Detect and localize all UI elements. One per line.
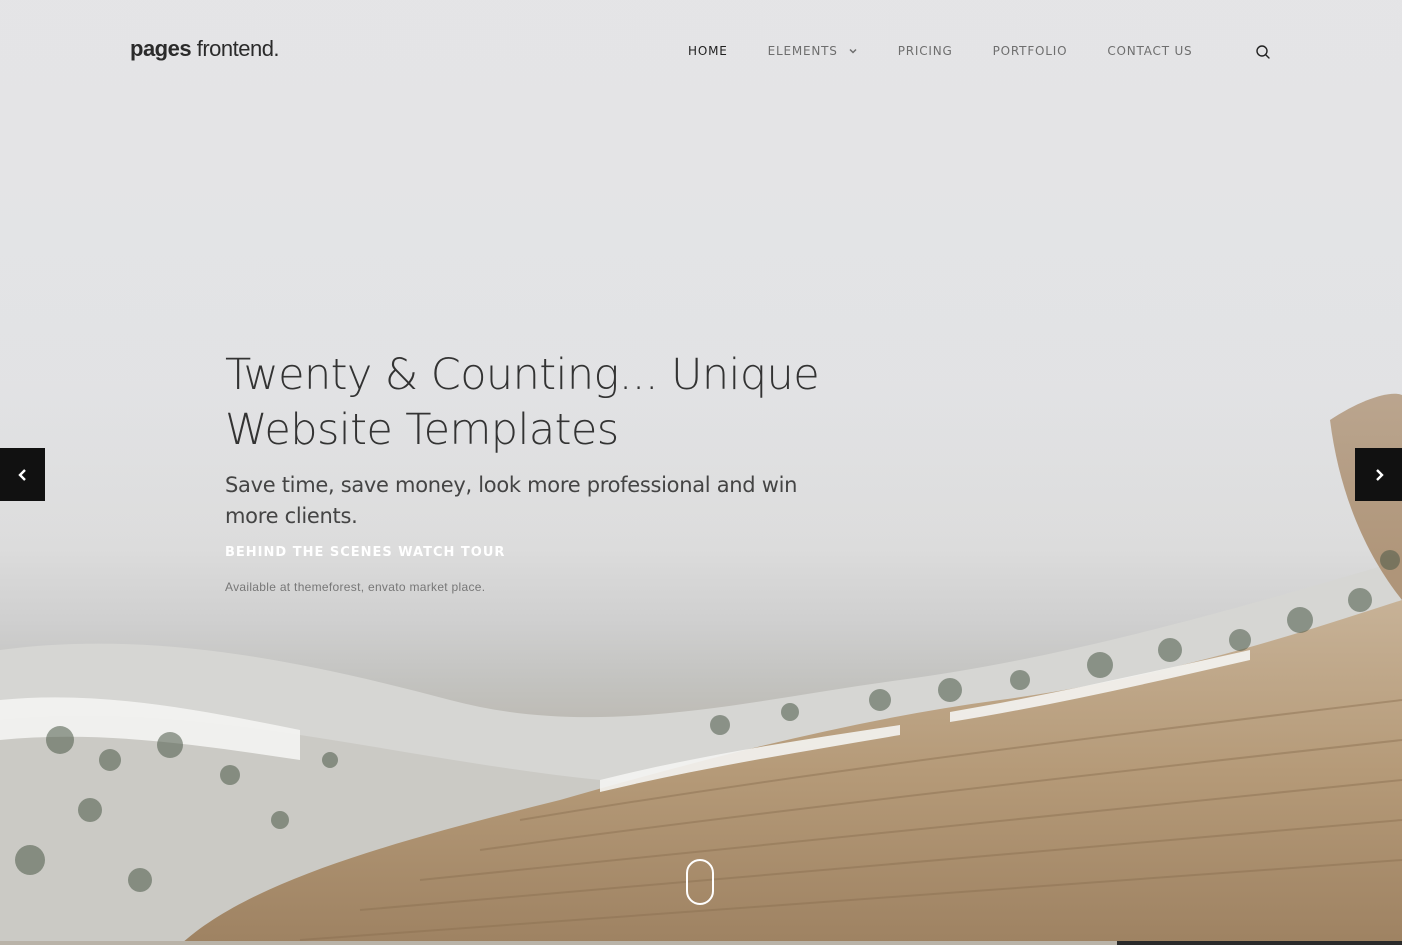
mouse-scroll-icon[interactable] bbox=[686, 859, 714, 905]
slider-progress-track bbox=[0, 941, 1402, 945]
nav-item-label: HOME bbox=[688, 44, 728, 58]
nav-item-elements[interactable]: ELEMENTS bbox=[768, 44, 858, 58]
nav-item-label: PORTFOLIO bbox=[992, 44, 1068, 58]
top-navbar: pages frontend. HOME ELEMENTS PRICING PO… bbox=[0, 0, 1402, 105]
slider-next-button[interactable] bbox=[1355, 448, 1402, 501]
nav-item-label: PRICING bbox=[897, 44, 953, 58]
hero-subtitle-line1: Save time, save money, look more profess… bbox=[225, 473, 798, 497]
search-icon[interactable] bbox=[1255, 44, 1271, 60]
brand-logo[interactable]: pages frontend. bbox=[130, 36, 280, 62]
main-nav: HOME ELEMENTS PRICING PORTFOLIO CONTACT … bbox=[688, 44, 1232, 58]
nav-item-label: ELEMENTS bbox=[767, 44, 838, 58]
hero-title-line2: Website Templates bbox=[225, 405, 619, 455]
availability-note: Available at themeforest, envato market … bbox=[225, 580, 486, 594]
slider-progress-indicator bbox=[1117, 941, 1402, 945]
chevron-down-icon bbox=[849, 48, 857, 54]
slider-prev-button[interactable] bbox=[0, 448, 45, 501]
hero-title: Twenty & Counting... Unique Website Temp… bbox=[225, 348, 845, 458]
watch-tour-link[interactable]: BEHIND THE SCENES WATCH TOUR bbox=[225, 545, 505, 560]
hero-subtitle-line2: more clients. bbox=[225, 504, 358, 528]
nav-item-contact-us[interactable]: CONTACT US bbox=[1107, 44, 1192, 58]
logo-bold: pages bbox=[130, 36, 192, 61]
nav-item-pricing[interactable]: PRICING bbox=[898, 44, 953, 58]
nav-item-home[interactable]: HOME bbox=[688, 44, 728, 58]
nav-item-portfolio[interactable]: PORTFOLIO bbox=[993, 44, 1068, 58]
hero-subtitle: Save time, save money, look more profess… bbox=[225, 470, 805, 532]
logo-light: frontend. bbox=[191, 36, 280, 61]
nav-item-label: CONTACT US bbox=[1107, 44, 1193, 58]
hero-title-line1: Twenty & Counting... Unique bbox=[225, 350, 820, 400]
hero-section: pages frontend. HOME ELEMENTS PRICING PO… bbox=[0, 0, 1402, 945]
chevron-right-icon bbox=[1375, 468, 1384, 481]
chevron-left-icon bbox=[17, 468, 26, 481]
